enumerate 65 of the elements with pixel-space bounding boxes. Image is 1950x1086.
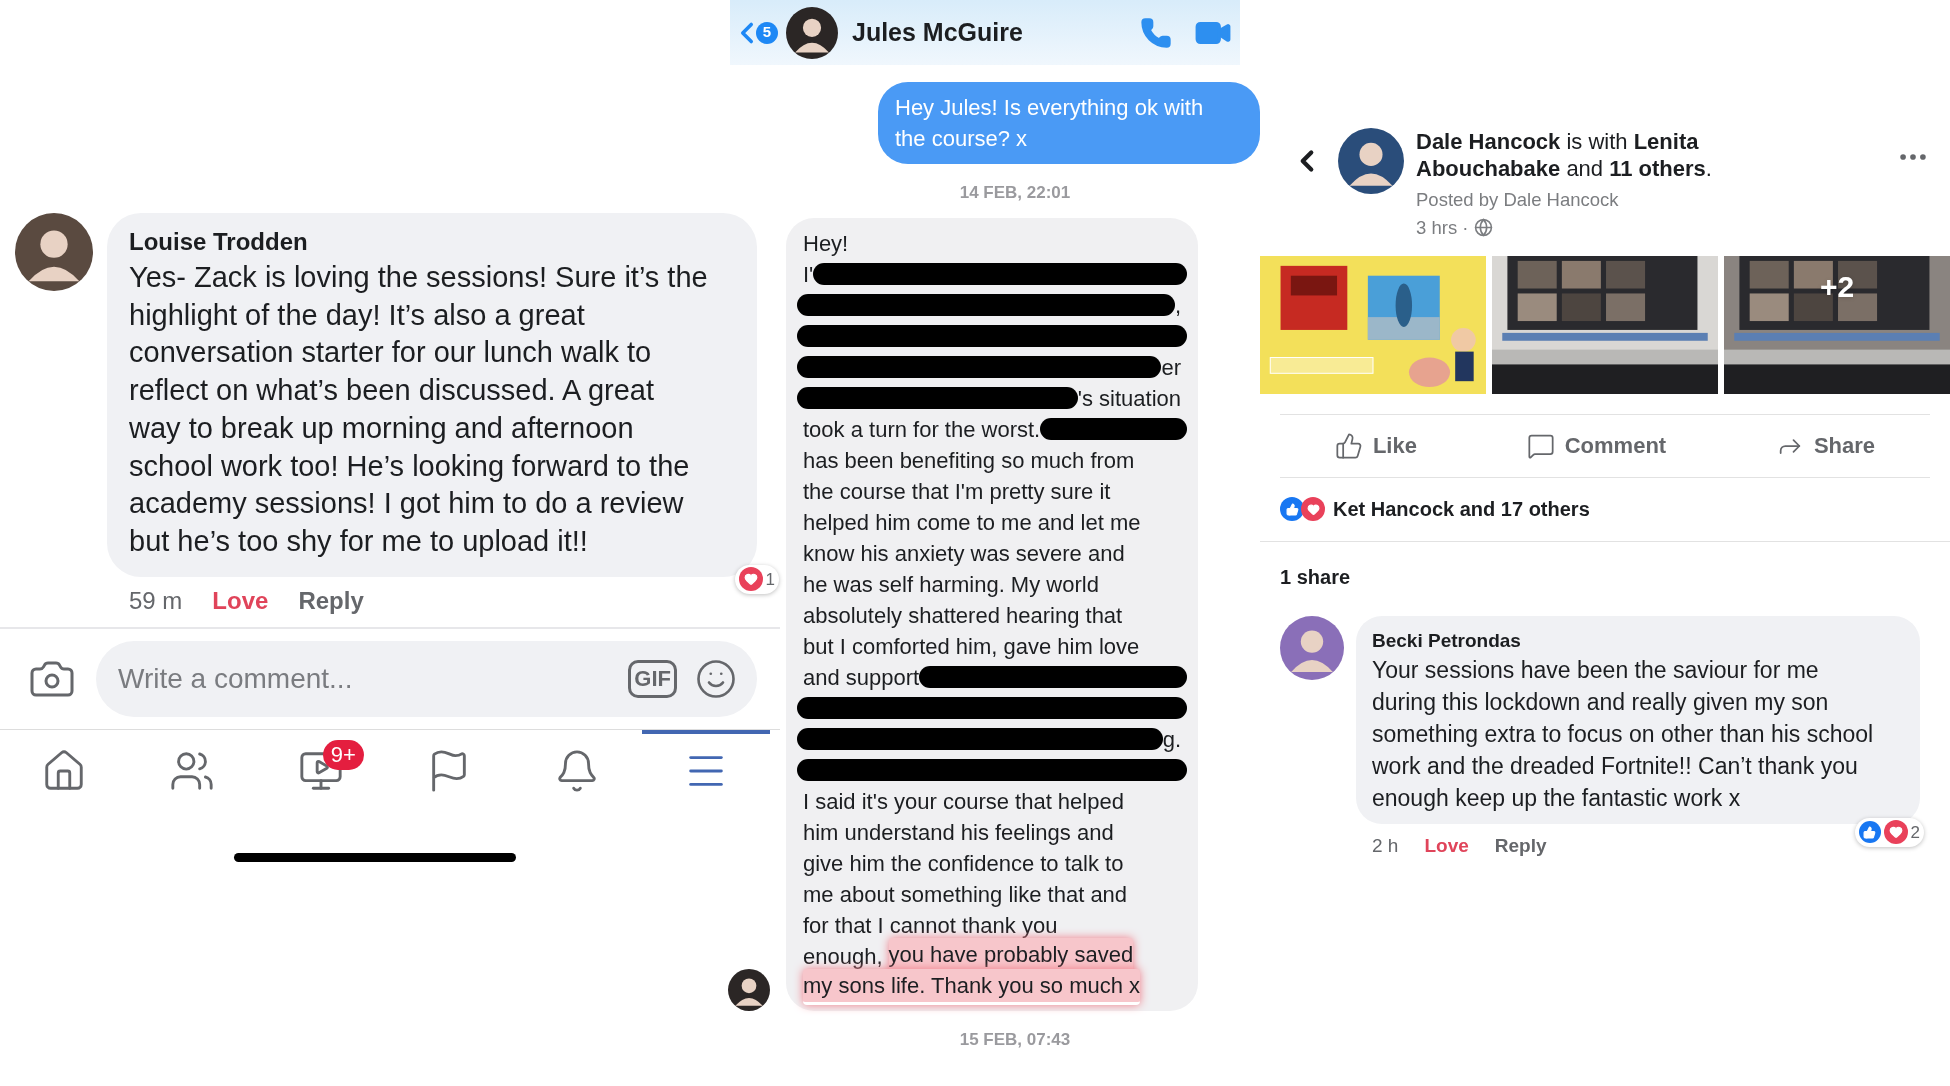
love-reaction-icon [1883,820,1908,845]
love-link[interactable]: Love [1424,831,1469,860]
avatar [1280,615,1344,680]
post-time: 3 hrs · [1416,215,1469,240]
post-author: Posted by Dale Hancock [1416,188,1620,212]
message-timestamp: 15 FEB, 07:43 [959,1028,1071,1051]
message-text: Hey! [803,229,849,258]
message-text: absolutely shattered hearing that [803,601,1123,630]
comment-author: Louise Trodden [129,227,309,257]
message-text: I said it's your course that helped [803,787,1124,816]
message-text: enough, [803,942,883,971]
message-text: he was self harming. My world [803,570,1099,599]
contact-name: Jules McGuire [852,16,1024,48]
thumbs-up-icon [1334,431,1363,460]
post-action-button[interactable]: Comment [1526,429,1667,462]
message-text: the course that I'm pretty sure it [803,477,1111,506]
message-text: er [1161,353,1181,382]
gif-button[interactable]: GIF [628,659,677,698]
reaction-badge[interactable]: 2 [1854,817,1924,847]
message-text: but I comforted him, gave him love [803,632,1140,661]
love-link[interactable]: Love [212,582,269,619]
phone-icon[interactable] [1140,16,1172,49]
reaction-badge[interactable]: 1 [734,564,779,595]
message-text: I' [803,260,814,289]
love-reaction-icon [738,567,763,592]
post-action-button[interactable]: Share [1775,429,1876,462]
message-text: give him the confidence to talk to [803,849,1124,878]
message-text: has been benefiting so much from [803,446,1135,475]
comment-time: 59 m [129,585,183,616]
globe-icon [1474,218,1494,238]
reply-link[interactable]: Reply [298,582,364,619]
avatar [728,968,770,1011]
comment-field[interactable]: Write a comment... GIF [96,640,757,717]
message-text: me about something like that and [803,880,1128,909]
notification-badge: 9+ [322,739,364,770]
nav-tab[interactable]: 9+ [256,729,385,809]
avatar [786,6,838,59]
message-text: him understand his feelings and [803,818,1114,847]
message-text: know his anxiety was severe and [803,539,1125,568]
message-text: helped him come to me and let me [803,508,1141,537]
share-count[interactable]: 1 share [1260,561,1950,592]
back-button[interactable]: 5 [730,15,778,50]
message-timestamp: 14 FEB, 22:01 [959,182,1071,204]
message-text: and support [803,663,920,692]
message-text: g. [1162,725,1181,754]
comment-time: 2 h [1372,833,1399,858]
post-action-button[interactable]: Like [1334,429,1417,462]
sent-message: Hey Jules! Is everything ok with the course? x [878,82,1260,164]
message-text: took a turn for the worst. [803,415,1041,444]
like-reaction-icon [1280,497,1304,521]
more-photos-count[interactable]: +2 [1724,263,1950,309]
avatar [1338,128,1404,194]
comment-author: Becki Petrondas [1372,628,1522,653]
comment-text: Your sessions have been the saviour for me during this lockdown and really given my son something extra to focus on other than his school work and the dreaded Fortnite!! Can’t thank you enough keep up the fantastic work x [1372,655,1875,813]
reactions-summary[interactable]: Ket Hancock and 17 others [1333,494,1590,524]
reply-link[interactable]: Reply [1494,831,1547,860]
message-text: for that I cannot thank you [803,911,1058,940]
post-title: Dale Hancock is with Lenita Abouchabake and 11 others. [1416,128,1713,182]
message-text: , [1174,291,1181,320]
like-reaction-icon [1858,821,1881,844]
message-text: 's situation [1077,384,1181,413]
highlighted-text: my sons life. Thank you so much x [803,969,1141,1005]
love-reaction-icon [1301,497,1325,521]
comment-text: Yes- Zack is loving the sessions! Sure it’s the highlight of the day! It’s also a great conversation starter for our lunch walk to reflect on what’s been discussed. A great way to break up morning and afternoon school work too! He’s looking forward to the academy sessions! I got him to do a review but he’s too shy for me to upload it!! [129,260,709,559]
emoji-icon[interactable] [695,657,737,700]
